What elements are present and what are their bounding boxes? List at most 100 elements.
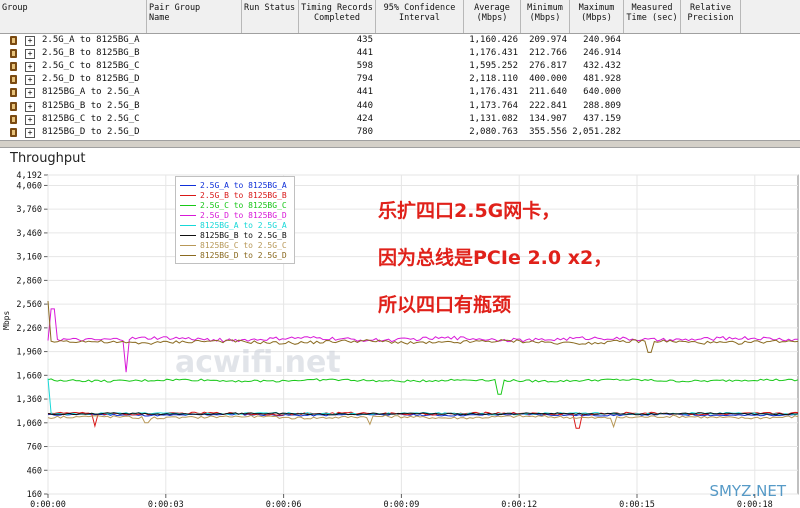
x-tick-label: 0:00:06 xyxy=(266,500,302,508)
legend-item: 8125BG_C to 2.5G_C xyxy=(176,241,294,250)
column-header-group[interactable]: Group xyxy=(0,0,147,33)
x-tick-label: 0:00:09 xyxy=(383,500,419,508)
min-cell: 400.000 xyxy=(529,74,567,85)
expand-plus-icon[interactable]: + xyxy=(25,127,35,138)
avg-cell: 2,080.763 xyxy=(469,126,518,137)
column-header-status[interactable]: Run Status xyxy=(242,0,299,33)
avg-cell: 1,176.431 xyxy=(469,48,518,59)
legend-swatch xyxy=(180,195,196,196)
legend-swatch xyxy=(180,245,196,246)
expand-plus-icon[interactable]: + xyxy=(25,75,35,86)
max-cell: 240.964 xyxy=(583,35,621,45)
table-row[interactable]: +8125BG_B to 2.5G_B 440 1,173.764 222.841 28… xyxy=(0,100,800,113)
table-row[interactable]: +2.5G_B to 8125BG_B 441 1,176.431 212.766 24… xyxy=(0,47,800,60)
column-header-ci[interactable]: 95% Confidence Interval xyxy=(376,0,464,33)
legend-swatch xyxy=(180,235,196,236)
pair-icon xyxy=(10,127,17,137)
legend-item: 2.5G_B to 8125BG_B xyxy=(176,191,294,200)
min-cell: 222.841 xyxy=(529,100,567,111)
watermark-text: acwifi.net xyxy=(175,345,341,380)
table-row[interactable]: +8125BG_C to 2.5G_C 424 1,131.082 134.907 43… xyxy=(0,113,800,126)
y-tick-label: 4,060 xyxy=(16,181,42,191)
max-cell: 481.928 xyxy=(583,74,621,85)
y-tick-label: 1,060 xyxy=(16,419,42,429)
chart-legend: 2.5G_A to 8125BG_A 2.5G_B to 8125BG_B 2.5G… xyxy=(175,176,295,264)
max-cell: 2,051.282 xyxy=(572,126,621,137)
x-tick-label: 0:00:12 xyxy=(501,500,537,508)
pair-icon xyxy=(10,75,17,85)
column-header-min[interactable]: Minimum (Mbps) xyxy=(521,0,570,33)
min-cell: 276.817 xyxy=(529,61,567,72)
x-tick-label: 0:00:18 xyxy=(737,500,773,508)
legend-item: 8125BG_B to 2.5G_B xyxy=(176,231,294,240)
pair-name-cell: 2.5G_A to 8125BG_A xyxy=(42,35,140,45)
y-tick-label: 760 xyxy=(27,443,42,453)
pair-icon xyxy=(10,114,17,124)
pair-icon xyxy=(10,62,17,72)
table-row[interactable]: +8125BG_A to 2.5G_A 441 1,176.431 211.640 64… xyxy=(0,86,800,99)
site-watermark: SMYZ.NET xyxy=(709,482,786,500)
y-tick-label: 2,560 xyxy=(16,300,42,310)
pair-icon xyxy=(10,101,17,111)
legend-label: 2.5G_A to 8125BG_A xyxy=(200,181,287,190)
pair-name-cell: 2.5G_D to 8125BG_D xyxy=(42,74,140,85)
table-row[interactable]: +2.5G_D to 8125BG_D 794 2,118.110 400.000 48… xyxy=(0,73,800,86)
table-header: Group Pair Group Name Run Status Timing Rec… xyxy=(0,0,800,34)
records-cell: 424 xyxy=(356,113,373,124)
table-row[interactable]: +2.5G_A to 8125BG_A 435 1,160.426 209.974 24… xyxy=(0,34,800,47)
y-tick-label: 3,160 xyxy=(16,253,42,263)
y-tick-label: 2,260 xyxy=(16,324,42,334)
records-cell: 440 xyxy=(356,100,373,111)
expand-plus-icon[interactable]: + xyxy=(25,49,35,60)
pair-name-cell: 2.5G_C to 8125BG_C xyxy=(42,61,140,72)
expand-plus-icon[interactable]: + xyxy=(25,114,35,125)
y-tick-label: 4,192 xyxy=(16,171,42,181)
table-row[interactable]: +8125BG_D to 2.5G_D 780 2,080.763 355.556 2,… xyxy=(0,126,800,139)
column-header-prec[interactable]: Relative Precision xyxy=(681,0,741,33)
legend-swatch xyxy=(180,225,196,226)
pair-icon xyxy=(10,49,17,59)
column-header-time[interactable]: Measured Time (sec) xyxy=(624,0,681,33)
expand-plus-icon[interactable]: + xyxy=(25,62,35,73)
y-tick-label: 2,860 xyxy=(16,276,42,286)
pair-name-cell: 8125BG_B to 2.5G_B xyxy=(42,100,140,111)
min-cell: 211.640 xyxy=(529,87,567,98)
min-cell: 355.556 xyxy=(529,126,567,137)
annotation-line-1: 乐扩四口2.5G网卡， xyxy=(378,200,561,222)
records-cell: 441 xyxy=(356,48,373,59)
table-row[interactable]: +2.5G_C to 8125BG_C 598 1,595.252 276.817 43… xyxy=(0,60,800,73)
annotation-line-3: 所以四口有瓶颈 xyxy=(378,294,512,316)
avg-cell: 1,160.426 xyxy=(469,35,518,45)
legend-item: 8125BG_D to 2.5G_D xyxy=(176,251,294,260)
column-header-max[interactable]: Maximum (Mbps) xyxy=(570,0,624,33)
legend-label: 8125BG_C to 2.5G_C xyxy=(200,241,287,250)
column-header-avg[interactable]: Average (Mbps) xyxy=(464,0,521,33)
expand-plus-icon[interactable]: + xyxy=(25,88,35,99)
splitter-bar[interactable] xyxy=(0,140,800,148)
legend-swatch xyxy=(180,255,196,256)
records-cell: 794 xyxy=(356,74,373,85)
column-header-records[interactable]: Timing Records Completed xyxy=(299,0,376,33)
column-header-pair[interactable]: Pair Group Name xyxy=(147,0,242,33)
avg-cell: 2,118.110 xyxy=(469,74,518,85)
pair-name-cell: 8125BG_D to 2.5G_D xyxy=(42,126,140,137)
legend-label: 2.5G_B to 8125BG_B xyxy=(200,191,287,200)
x-tick-label: 0:00:00 xyxy=(30,500,66,508)
records-cell: 598 xyxy=(356,61,373,72)
avg-cell: 1,173.764 xyxy=(469,100,518,111)
annotation-overlay: 乐扩四口2.5G网卡， 因为总线是PCIe 2.0 x2， 所以四口有瓶颈 xyxy=(378,188,612,329)
y-tick-label: 3,760 xyxy=(16,205,42,215)
expand-plus-icon[interactable]: + xyxy=(25,36,35,46)
x-tick-label: 0:00:15 xyxy=(619,500,655,508)
pair-name-cell: 8125BG_A to 2.5G_A xyxy=(42,87,140,98)
legend-label: 8125BG_B to 2.5G_B xyxy=(200,231,287,240)
legend-label: 2.5G_C to 8125BG_C xyxy=(200,201,287,210)
legend-label: 8125BG_A to 2.5G_A xyxy=(200,221,287,230)
pair-name-cell: 2.5G_B to 8125BG_B xyxy=(42,48,140,59)
pair-icon xyxy=(10,88,17,98)
legend-swatch xyxy=(180,185,196,186)
pair-name-cell: 8125BG_C to 2.5G_C xyxy=(42,113,140,124)
expand-plus-icon[interactable]: + xyxy=(25,101,35,112)
results-table: Group Pair Group Name Run Status Timing Rec… xyxy=(0,0,800,140)
avg-cell: 1,176.431 xyxy=(469,87,518,98)
